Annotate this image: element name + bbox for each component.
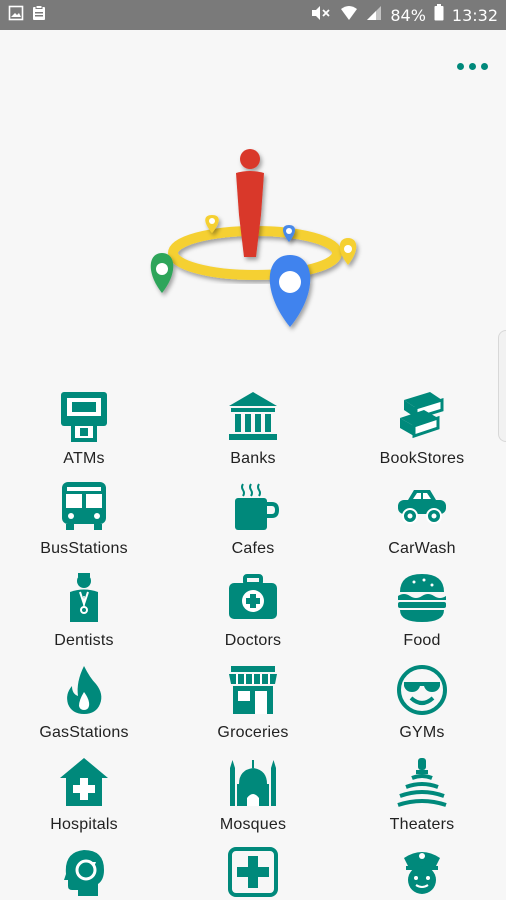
bank-icon xyxy=(229,392,277,440)
cool-face-icon xyxy=(397,665,447,715)
medical-kit-icon xyxy=(229,574,277,619)
category-doctors[interactable]: Doctors xyxy=(178,570,328,656)
police-icon xyxy=(404,852,440,894)
battery-percent: 84% xyxy=(390,5,426,25)
status-bar: 84% 13:32 xyxy=(0,0,506,30)
category-row6-middle[interactable] xyxy=(178,844,328,900)
mosque-icon xyxy=(230,760,276,806)
category-label: Dentists xyxy=(54,632,114,649)
car-icon xyxy=(398,490,446,524)
category-label: Mosques xyxy=(219,816,287,833)
more-dots-icon xyxy=(456,62,464,70)
category-label: ATMs xyxy=(63,450,105,467)
person-marker-icon xyxy=(236,149,264,257)
category-label: BusStations xyxy=(40,540,128,557)
pharmacy-cross-icon xyxy=(228,847,278,897)
category-gyms[interactable]: GYMs xyxy=(347,662,497,748)
category-dentists[interactable]: Dentists xyxy=(9,570,159,656)
category-theaters[interactable]: Theaters xyxy=(347,754,497,840)
category-label: Hospitals xyxy=(50,816,118,833)
gallery-notification-icon xyxy=(8,5,24,26)
category-label: GYMs xyxy=(399,724,445,741)
category-banks[interactable]: Banks xyxy=(178,388,328,474)
more-options-button[interactable] xyxy=(450,52,494,80)
category-label: GasStations xyxy=(39,724,129,741)
blue-pin-icon xyxy=(269,255,311,327)
category-busstations[interactable]: BusStations xyxy=(9,478,159,564)
wifi-icon xyxy=(340,5,358,26)
category-atms[interactable]: ATMs xyxy=(9,388,159,474)
category-gasstations[interactable]: GasStations xyxy=(9,662,159,748)
status-right: 84% 13:32 xyxy=(310,4,498,26)
category-label: Food xyxy=(403,632,441,649)
atm-icon xyxy=(61,392,107,442)
doctor-person-icon xyxy=(70,573,98,622)
theater-icon xyxy=(397,758,447,807)
category-carwash[interactable]: CarWash xyxy=(347,478,497,564)
burger-icon xyxy=(398,574,446,622)
category-label: Cafes xyxy=(231,540,275,557)
category-cafes[interactable]: Cafes xyxy=(178,478,328,564)
category-bookstores[interactable]: BookStores xyxy=(347,388,497,474)
category-label: BookStores xyxy=(379,450,465,467)
mute-icon xyxy=(310,5,332,26)
mind-refresh-icon xyxy=(64,850,104,896)
category-hospitals[interactable]: Hospitals xyxy=(9,754,159,840)
store-icon xyxy=(229,666,277,714)
clock: 13:32 xyxy=(451,5,498,25)
battery-icon xyxy=(434,4,444,26)
hospital-icon xyxy=(60,758,108,806)
category-row6-left[interactable] xyxy=(9,844,159,900)
coffee-cup-icon xyxy=(235,483,280,530)
category-row6-right[interactable] xyxy=(347,844,497,900)
more-dot xyxy=(468,62,476,70)
category-food[interactable]: Food xyxy=(347,570,497,656)
status-left xyxy=(8,4,46,26)
category-grid: ATMs Banks BookStores BusStations Cafes … xyxy=(0,380,506,900)
category-groceries[interactable]: Groceries xyxy=(178,662,328,748)
flame-icon xyxy=(67,666,102,714)
clipboard-notification-icon xyxy=(32,4,46,26)
books-icon xyxy=(400,392,444,439)
category-label: CarWash xyxy=(388,540,456,557)
category-label: Groceries xyxy=(217,724,289,741)
category-mosques[interactable]: Mosques xyxy=(178,754,328,840)
category-label: Doctors xyxy=(224,632,282,649)
more-dot xyxy=(480,62,488,70)
signal-icon xyxy=(366,5,382,26)
nearby-places-logo xyxy=(150,149,357,327)
bus-icon xyxy=(62,482,106,530)
category-label: Theaters xyxy=(389,816,455,833)
category-label: Banks xyxy=(230,450,276,467)
